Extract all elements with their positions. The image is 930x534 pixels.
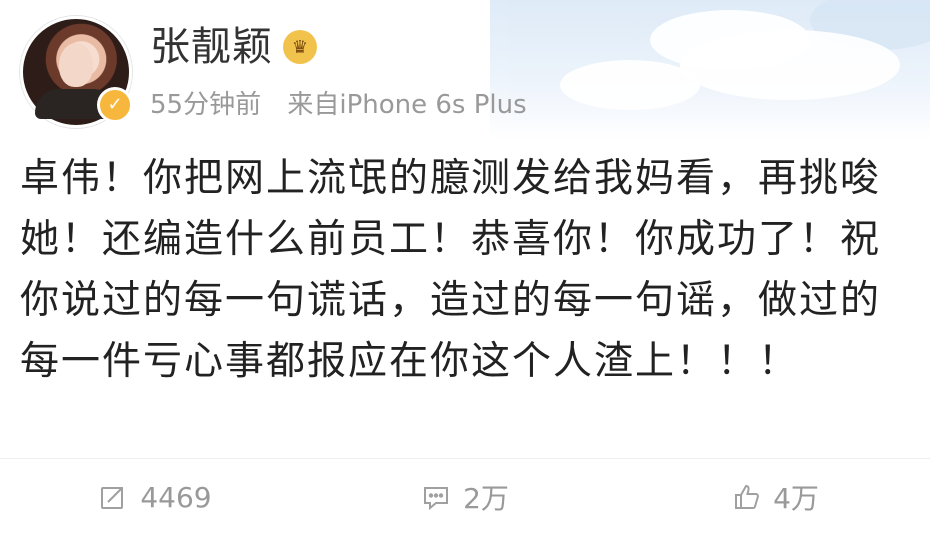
comment-button[interactable]: 2万 bbox=[310, 470, 620, 524]
like-button[interactable]: 4万 bbox=[620, 470, 930, 524]
name-row: 张靓颖 ♛ bbox=[150, 20, 527, 74]
post-body: 卓伟！你把网上流氓的臆测发给我妈看，再挑唆她！还编造什么前员工！恭喜你！你成功了… bbox=[20, 156, 882, 384]
comment-icon bbox=[421, 482, 451, 512]
weibo-post: ✓ 张靓颖 ♛ 55分钟前 来自iPhone 6s Plus 卓伟！你把网上流氓… bbox=[0, 0, 930, 534]
repost-button[interactable]: 4469 bbox=[0, 470, 310, 524]
thumbs-up-icon bbox=[731, 482, 761, 512]
header-background bbox=[490, 0, 930, 140]
verified-badge-icon: ✓ bbox=[97, 87, 133, 123]
post-header: ✓ 张靓颖 ♛ 55分钟前 来自iPhone 6s Plus bbox=[20, 16, 527, 128]
member-level-icon[interactable]: ♛ bbox=[283, 30, 317, 64]
author-meta: 张靓颖 ♛ 55分钟前 来自iPhone 6s Plus bbox=[150, 16, 527, 122]
cloud-decoration bbox=[680, 30, 900, 100]
repost-count: 4469 bbox=[140, 480, 212, 514]
action-bar: 4469 2万 4万 bbox=[0, 470, 930, 524]
comment-count: 2万 bbox=[463, 482, 509, 515]
like-count: 4万 bbox=[773, 482, 819, 515]
repost-icon bbox=[98, 482, 128, 512]
cloud-decoration bbox=[560, 60, 700, 110]
author-name[interactable]: 张靓颖 bbox=[150, 20, 273, 74]
divider bbox=[0, 458, 930, 459]
post-source: 来自iPhone 6s Plus bbox=[287, 90, 527, 120]
avatar-face bbox=[59, 43, 93, 87]
post-time: 55分钟前 bbox=[150, 90, 262, 120]
post-meta: 55分钟前 来自iPhone 6s Plus bbox=[150, 88, 527, 122]
avatar[interactable]: ✓ bbox=[20, 16, 133, 128]
